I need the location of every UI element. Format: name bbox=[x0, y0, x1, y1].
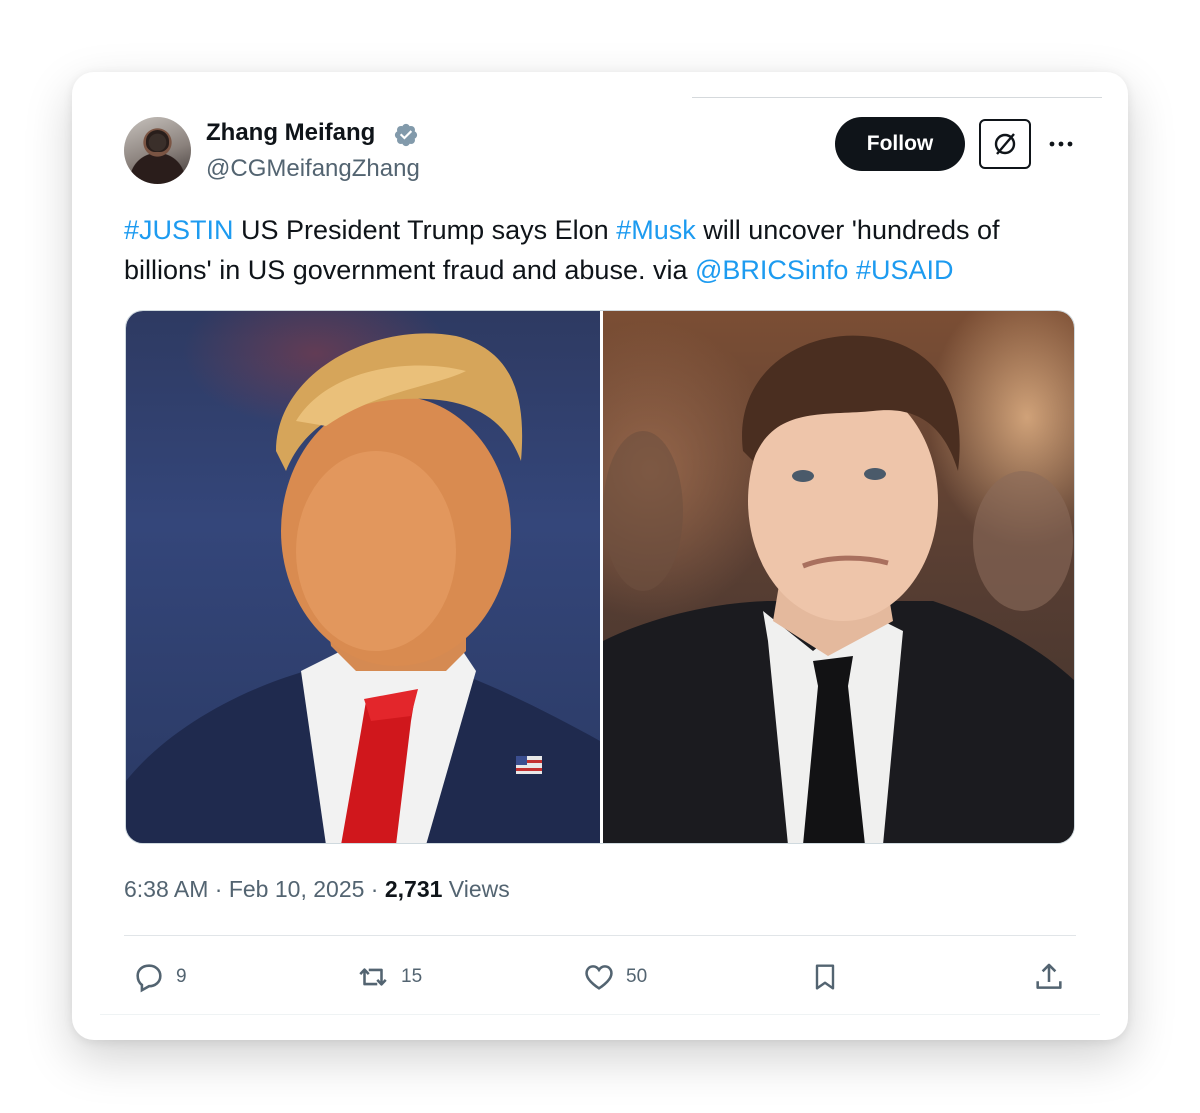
heart-icon bbox=[585, 965, 613, 990]
portrait-black-tie-image bbox=[603, 335, 1074, 843]
reply-button[interactable]: 9 bbox=[132, 957, 187, 997]
post-text-space bbox=[848, 255, 856, 285]
views-label: Views bbox=[442, 876, 510, 902]
post-time[interactable]: 6:38 AM bbox=[124, 876, 208, 902]
portrait-red-tie-image bbox=[126, 333, 600, 843]
repost-icon bbox=[359, 968, 387, 986]
bookmark-icon bbox=[815, 964, 835, 990]
media-photo-left[interactable] bbox=[126, 311, 600, 843]
share-icon bbox=[1036, 963, 1062, 989]
hashtag-justin[interactable]: #JUSTIN bbox=[124, 215, 234, 245]
reply-count: 9 bbox=[176, 966, 187, 987]
bookmark-button[interactable] bbox=[809, 957, 841, 997]
avatar[interactable] bbox=[124, 117, 191, 184]
post-meta: 6:38 AM · Feb 10, 2025 · 2,731 Views bbox=[124, 876, 510, 903]
more-options-button[interactable] bbox=[1044, 127, 1078, 161]
share-button[interactable] bbox=[1032, 957, 1066, 997]
repost-count: 15 bbox=[401, 966, 423, 987]
grok-button[interactable] bbox=[979, 119, 1031, 169]
divider-actions bbox=[124, 935, 1076, 936]
mention-bricsinfo[interactable]: @BRICSinfo bbox=[695, 255, 848, 285]
like-count: 50 bbox=[626, 966, 648, 987]
post-card: Zhang Meifang @CGMeifangZhang Follow #JU… bbox=[72, 72, 1128, 1040]
divider-bottom bbox=[100, 1014, 1100, 1015]
media-photo-right[interactable] bbox=[603, 311, 1074, 843]
post-date[interactable]: Feb 10, 2025 bbox=[229, 876, 365, 902]
meta-separator: · bbox=[364, 876, 385, 902]
follow-button[interactable]: Follow bbox=[835, 117, 965, 171]
post-text-part: US President Trump says Elon bbox=[233, 215, 617, 245]
like-button[interactable]: 50 bbox=[582, 957, 647, 997]
author-display-name[interactable]: Zhang Meifang bbox=[206, 119, 375, 147]
divider-top bbox=[692, 97, 1102, 98]
reply-icon bbox=[136, 964, 162, 993]
grok-icon bbox=[994, 133, 1016, 155]
meta-separator: · bbox=[208, 876, 229, 902]
more-dots-icon bbox=[1049, 141, 1073, 147]
repost-button[interactable]: 15 bbox=[355, 957, 422, 997]
views-count: 2,731 bbox=[384, 876, 443, 902]
verified-badge-icon bbox=[394, 123, 418, 147]
hashtag-usaid[interactable]: #USAID bbox=[856, 255, 954, 285]
post-text: #JUSTIN US President Trump says Elon #Mu… bbox=[124, 210, 1084, 290]
hashtag-musk[interactable]: #Musk bbox=[616, 215, 696, 245]
author-handle[interactable]: @CGMeifangZhang bbox=[206, 155, 420, 183]
post-media bbox=[125, 310, 1075, 844]
